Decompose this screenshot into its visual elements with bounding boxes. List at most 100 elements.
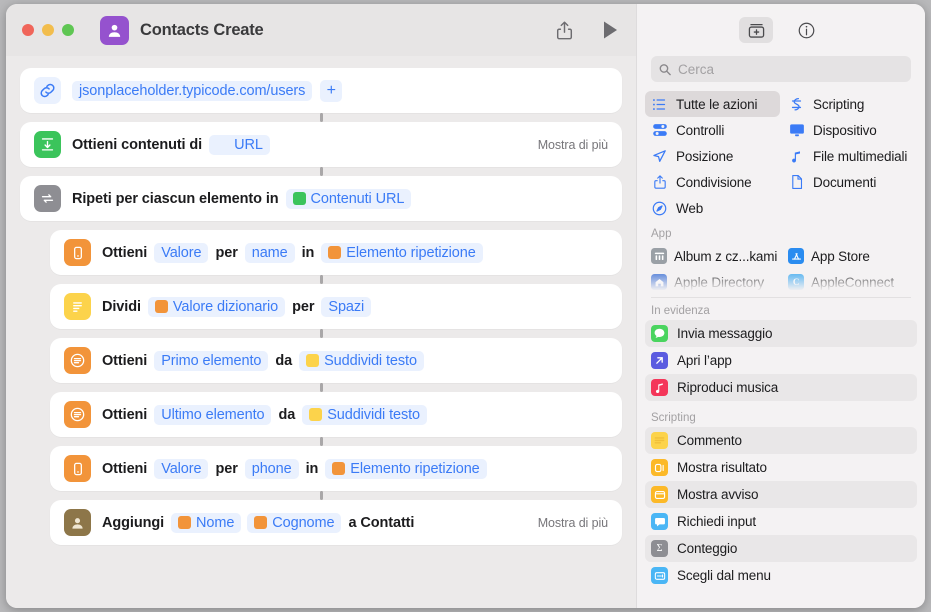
- download-icon: [34, 131, 61, 158]
- action-block-get-first-item[interactable]: OttieniPrimo elementodaSuddividi testo: [50, 338, 622, 383]
- block-text: in: [298, 245, 319, 261]
- location-icon: [651, 149, 668, 164]
- parameter-token[interactable]: Suddividi testo: [302, 405, 427, 425]
- parameter-token[interactable]: Cognome: [247, 513, 341, 533]
- block-text: Ottieni contenuti di: [72, 137, 206, 153]
- maximize-button[interactable]: [62, 24, 74, 36]
- window-controls: [22, 24, 74, 36]
- parameter-token[interactable]: Ultimo elemento: [154, 405, 271, 425]
- app-label: Album z cz...kami: [674, 249, 777, 264]
- parameter-token[interactable]: phone: [245, 459, 299, 479]
- parameter-token[interactable]: Valore: [154, 459, 208, 479]
- parameter-token[interactable]: Spazi: [321, 297, 371, 317]
- action-library-button[interactable]: [739, 17, 773, 43]
- action-block-get-last-item[interactable]: OttieniUltimo elementodaSuddividi testo: [50, 392, 622, 437]
- action-list-item[interactable]: Mostra risultato: [645, 454, 917, 481]
- action-list-item[interactable]: Apri l’app: [645, 347, 917, 374]
- category-grid: Tutte le azioni Scripting ControlliDisposi…: [637, 82, 925, 221]
- block-text: per: [211, 245, 241, 261]
- app-list-item[interactable]: CAppleConnect: [782, 269, 917, 291]
- parameter-token[interactable]: Primo elemento: [154, 351, 268, 371]
- parameter-token[interactable]: Elemento ripetizione: [321, 243, 482, 263]
- sidebar-category-documenti[interactable]: Documenti: [782, 169, 917, 195]
- action-block-content: DividiValore dizionarioperSpazi: [102, 297, 374, 317]
- link-icon: [34, 77, 61, 104]
- search-box[interactable]: [651, 56, 911, 82]
- sidebar-category-condivisione[interactable]: Condivisione: [645, 169, 780, 195]
- action-block-repeat-each-item[interactable]: Ripeti per ciascun elemento inContenuti …: [20, 176, 622, 221]
- block-text: da: [271, 353, 296, 369]
- parameter-token[interactable]: Valore dizionario: [148, 297, 285, 317]
- action-list-item[interactable]: ΣConteggio: [645, 535, 917, 562]
- sidebar-category-scripting[interactable]: Scripting: [782, 91, 917, 117]
- action-block-content: OttieniValoreperphoneinElemento ripetizi…: [102, 459, 490, 479]
- app-label: Apple Directory: [674, 275, 764, 290]
- parameter-token[interactable]: Valore: [154, 243, 208, 263]
- action-list-item[interactable]: Riproduci musica: [645, 374, 917, 401]
- sidebar-category-dispositivo[interactable]: Dispositivo: [782, 117, 917, 143]
- action-block-url-block[interactable]: jsonplaceholder.typicode.com/users +: [20, 68, 622, 113]
- block-text: Aggiungi: [102, 515, 168, 531]
- app-list-item[interactable]: Album z cz...kami: [645, 243, 780, 269]
- action-block-split-text[interactable]: DividiValore dizionarioperSpazi: [50, 284, 622, 329]
- info-button[interactable]: [789, 17, 823, 43]
- parameter-token[interactable]: Suddividi testo: [299, 351, 424, 371]
- parameter-token[interactable]: jsonplaceholder.typicode.com/users: [72, 81, 312, 101]
- action-block-content: AggiungiNomeCognomea Contatti: [102, 513, 418, 533]
- variable-chip-icon: [293, 192, 306, 205]
- sidebar-category-web[interactable]: Web: [645, 195, 780, 221]
- action-list-item[interactable]: Invia messaggio: [645, 320, 917, 347]
- block-connector: [320, 437, 323, 446]
- sidebar-category-posizione[interactable]: Posizione: [645, 143, 780, 169]
- page-title: Contacts Create: [140, 21, 264, 40]
- run-play-icon[interactable]: [603, 21, 618, 39]
- action-list-item[interactable]: Richiedi input: [645, 508, 917, 535]
- sidebar-category-controlli[interactable]: Controlli: [645, 117, 780, 143]
- list-bullet-icon: [651, 97, 668, 112]
- action-block-get-value-phone[interactable]: OttieniValoreperphoneinElemento ripetizi…: [50, 446, 622, 491]
- action-label: Scegli dal menu: [677, 568, 771, 583]
- block-text: Ottieni: [102, 461, 151, 477]
- close-button[interactable]: [22, 24, 34, 36]
- category-label: Tutte le azioni: [676, 97, 757, 112]
- action-list-item[interactable]: Commento: [645, 427, 917, 454]
- parameter-token[interactable]: Nome: [171, 513, 241, 533]
- app-list-item[interactable]: App Store: [782, 243, 917, 269]
- minimize-button[interactable]: [42, 24, 54, 36]
- app-list-item[interactable]: Apple Directory: [645, 269, 780, 291]
- sidebar-category-tutte-le-azioni[interactable]: Tutte le azioni: [645, 91, 780, 117]
- action-block-add-to-contacts[interactable]: AggiungiNomeCognomea ContattiMostra di p…: [50, 500, 622, 545]
- share-icon[interactable]: [556, 20, 573, 41]
- category-label: Scripting: [813, 97, 864, 112]
- add-parameter-button[interactable]: +: [320, 80, 342, 102]
- sliders-icon: [651, 122, 668, 138]
- sidebar-category-file-multimediali[interactable]: File multimediali: [782, 143, 917, 169]
- display-icon: [788, 122, 805, 138]
- search-icon: [659, 63, 671, 76]
- action-label: Commento: [677, 433, 742, 448]
- parameter-token[interactable]: Elemento ripetizione: [325, 459, 486, 479]
- search-input[interactable]: [678, 62, 903, 77]
- show-more-link[interactable]: Mostra di più: [538, 516, 608, 530]
- block-text: per: [288, 299, 318, 315]
- safari-icon: [651, 201, 668, 216]
- action-block-get-value-name[interactable]: OttieniValorepernameinElemento ripetizio…: [50, 230, 622, 275]
- variable-chip-icon: [309, 408, 322, 421]
- block-connector: [320, 329, 323, 338]
- parameter-token[interactable]: name: [245, 243, 295, 263]
- parameter-token[interactable]: URL: [209, 135, 270, 155]
- block-connector: [320, 167, 323, 176]
- app-section-title: App: [637, 221, 925, 243]
- block-text: da: [274, 407, 299, 423]
- block-connector: [320, 383, 323, 392]
- show-more-link[interactable]: Mostra di più: [538, 138, 608, 152]
- featured-section-title: In evidenza: [637, 298, 925, 320]
- action-list-item[interactable]: Scegli dal menu: [645, 562, 917, 589]
- parameter-token[interactable]: Contenuti URL: [286, 189, 412, 209]
- block-text: in: [302, 461, 323, 477]
- action-block-get-contents-of-url[interactable]: Ottieni contenuti diURL Mostra di più: [20, 122, 622, 167]
- action-list-item[interactable]: Mostra avviso: [645, 481, 917, 508]
- block-connector: [320, 491, 323, 500]
- variable-chip-icon: [332, 462, 345, 475]
- action-label: Apri l’app: [677, 353, 732, 368]
